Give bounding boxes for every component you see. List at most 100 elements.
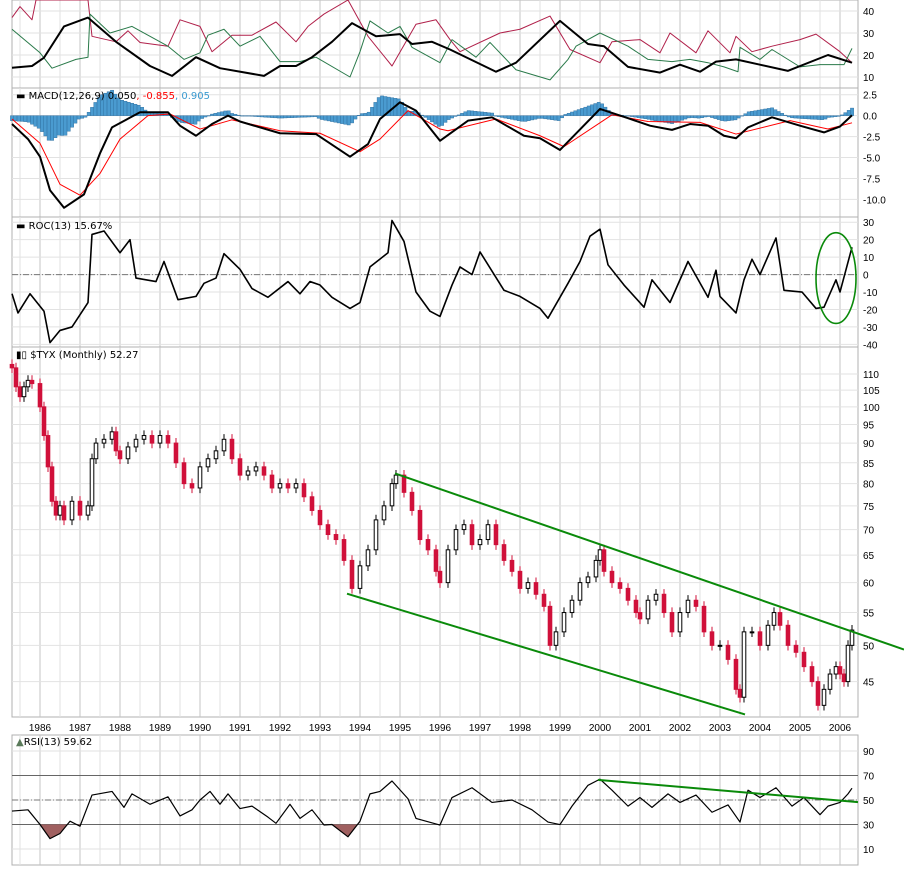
y-tick-label: -10.0 bbox=[863, 195, 886, 206]
candle-body bbox=[725, 644, 731, 660]
candle-body bbox=[253, 466, 259, 472]
macd-histogram-bar bbox=[766, 108, 771, 116]
macd-histogram-bar bbox=[16, 115, 21, 122]
candle-body bbox=[669, 612, 675, 633]
x-tick-label: 2002 bbox=[669, 723, 692, 734]
x-tick-label: 1999 bbox=[549, 723, 572, 734]
macd-histogram-bar bbox=[243, 115, 248, 117]
macd-histogram-bar bbox=[723, 115, 728, 122]
macd-histogram-bar bbox=[300, 115, 304, 118]
candle-body bbox=[749, 631, 755, 634]
macd-histogram-bar bbox=[776, 111, 781, 116]
candle-body bbox=[409, 491, 415, 511]
macd-histogram-bar bbox=[263, 115, 268, 118]
x-tick-label: 2000 bbox=[589, 723, 612, 734]
candle-body bbox=[349, 559, 355, 589]
macd-histogram-bar bbox=[670, 115, 674, 124]
y-tick-label: -10 bbox=[863, 288, 878, 299]
candle-body bbox=[285, 483, 291, 489]
stock-chart: 403020102.50.0-2.5-5.0-7.5-10.03020100-1… bbox=[9, 0, 904, 866]
price-candle bbox=[389, 478, 395, 512]
macd-histogram-bar bbox=[33, 115, 38, 127]
candle-body bbox=[547, 605, 553, 646]
macd-histogram-bar bbox=[716, 115, 721, 120]
y-tick-label: -40 bbox=[863, 340, 878, 351]
y-tick-label: 50 bbox=[863, 641, 875, 652]
candle-body bbox=[125, 446, 131, 460]
macd-histogram-bar bbox=[120, 100, 124, 116]
candle-body bbox=[771, 612, 777, 626]
macd-histogram-bar bbox=[230, 113, 234, 116]
y-tick-label: -7.5 bbox=[863, 174, 881, 185]
candle-body bbox=[509, 559, 515, 572]
macd-histogram-bar bbox=[743, 113, 748, 116]
macd-histogram-bar bbox=[756, 109, 761, 116]
macd-histogram-bar bbox=[276, 115, 281, 119]
macd-histogram-bar bbox=[260, 115, 264, 118]
candle-body bbox=[165, 435, 171, 444]
macd-histogram-bar bbox=[566, 112, 571, 116]
macd-histogram-bar bbox=[836, 115, 841, 117]
macd-histogram-bar bbox=[463, 111, 468, 116]
y-tick-label: 0 bbox=[863, 271, 869, 282]
candle-body bbox=[765, 624, 771, 646]
macd-histogram-bar bbox=[803, 115, 808, 119]
y-tick-label: 10 bbox=[863, 845, 875, 856]
macd-histogram-bar bbox=[730, 115, 734, 121]
macd-histogram-bar bbox=[26, 115, 31, 123]
candle-body bbox=[785, 624, 791, 646]
macd-histogram-bar bbox=[556, 115, 561, 121]
candle-body bbox=[453, 529, 459, 551]
macd-hist-value: , 0.905 bbox=[175, 91, 210, 102]
macd-signal-value: , -0.855 bbox=[136, 91, 175, 102]
macd-histogram-bar bbox=[60, 115, 64, 136]
candle-body bbox=[461, 524, 467, 531]
candle-body bbox=[69, 500, 75, 521]
y-tick-label: 85 bbox=[863, 459, 875, 470]
macd-histogram-bar bbox=[553, 115, 558, 121]
macd-histogram-bar bbox=[506, 115, 511, 119]
price-candle bbox=[547, 601, 553, 651]
y-tick-label: 30 bbox=[863, 29, 875, 40]
candle-body bbox=[141, 435, 147, 440]
macd-histogram-bar bbox=[713, 115, 718, 119]
candle-body bbox=[777, 612, 783, 626]
x-tick-label: 1995 bbox=[389, 723, 412, 734]
y-tick-label: 75 bbox=[863, 502, 875, 513]
y-tick-label: 45 bbox=[863, 678, 875, 689]
y-tick-label: 95 bbox=[863, 421, 875, 432]
candle-body bbox=[709, 631, 715, 646]
candle-body bbox=[101, 438, 107, 444]
macd-histogram-bar bbox=[73, 115, 78, 124]
macd-histogram-bar bbox=[736, 115, 741, 119]
candle-body bbox=[21, 386, 27, 398]
price-candle bbox=[41, 401, 47, 441]
candle-body bbox=[717, 644, 723, 647]
macd-histogram-bar bbox=[76, 115, 81, 120]
macd-histogram-bar bbox=[240, 115, 244, 117]
macd-histogram-bar bbox=[126, 102, 131, 116]
macd-histogram-bar bbox=[653, 115, 658, 121]
candle-body bbox=[845, 644, 851, 683]
candle-body bbox=[815, 681, 821, 706]
candle-body bbox=[737, 688, 743, 698]
x-tick-label: 1992 bbox=[269, 723, 292, 734]
macd-histogram-bar bbox=[350, 115, 354, 124]
y-tick-label: 30 bbox=[863, 218, 875, 229]
candle-body bbox=[541, 593, 547, 607]
macd-histogram-bar bbox=[710, 115, 714, 118]
macd-histogram-bar bbox=[433, 115, 438, 125]
macd-histogram-bar bbox=[223, 110, 228, 116]
macd-histogram-bar bbox=[480, 111, 484, 116]
macd-histogram-bar bbox=[283, 115, 288, 119]
macd-histogram-bar bbox=[363, 113, 368, 116]
macd-histogram-bar bbox=[326, 115, 331, 122]
macd-histogram-bar bbox=[490, 112, 494, 116]
x-tick-label: 2003 bbox=[709, 723, 732, 734]
macd-histogram-bar bbox=[80, 115, 84, 119]
candle-body bbox=[661, 593, 667, 614]
candle-body bbox=[637, 612, 643, 620]
candle-body bbox=[365, 549, 371, 567]
macd-histogram-bar bbox=[373, 102, 378, 116]
x-tick-label: 1987 bbox=[69, 723, 92, 734]
